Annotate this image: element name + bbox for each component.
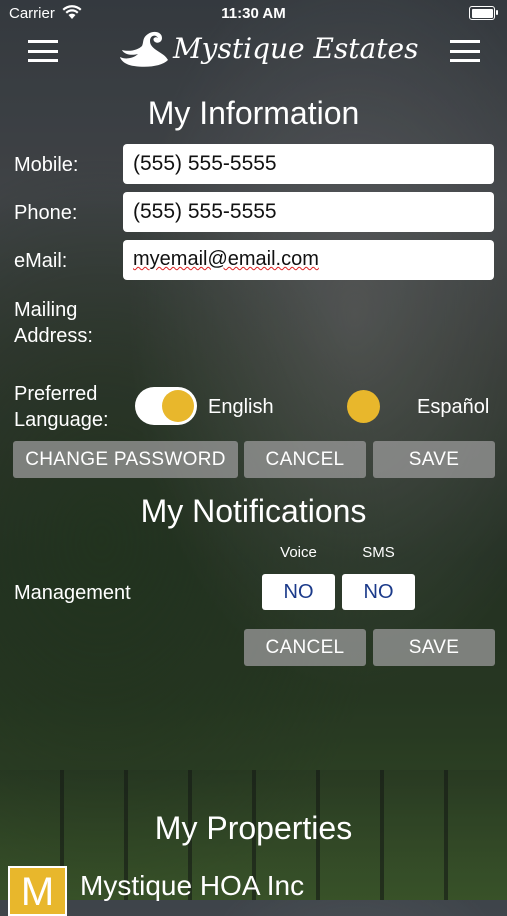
language-label-line1: Preferred [14, 383, 98, 405]
phone-field[interactable]: (555) 555-5555 [123, 192, 494, 232]
properties-title: My Properties [154, 810, 353, 846]
language-label-line2: Language: [14, 409, 109, 431]
language-toggle[interactable] [135, 387, 197, 425]
property-name[interactable]: Mystique HOA Inc [80, 870, 304, 902]
mailing-address-label: Mailing Address: [14, 297, 93, 349]
right-menu-icon[interactable] [450, 40, 480, 62]
info-save-button[interactable]: SAVE [373, 441, 495, 478]
phone-label: Phone: [14, 202, 78, 224]
espanol-label: Español [417, 396, 490, 418]
clock: 11:30 AM [221, 5, 286, 22]
logo: Mystique Estates [118, 30, 418, 74]
mobile-value: (555) 555-5555 [133, 152, 277, 175]
battery-icon [469, 6, 498, 20]
management-voice-button[interactable]: NO [262, 574, 335, 610]
voice-column-label: Voice [280, 544, 317, 561]
toggle-knob [162, 390, 194, 422]
email-label: eMail: [14, 250, 68, 272]
english-label: English [208, 396, 274, 418]
sms-column-label: SMS [362, 544, 395, 561]
info-cancel-button[interactable]: CANCEL [244, 441, 366, 478]
email-field[interactable]: myemail@email.com [123, 240, 494, 280]
phone-value: (555) 555-5555 [133, 200, 277, 223]
management-label: Management [14, 582, 131, 604]
mailing-label-line2: Address: [14, 325, 93, 347]
mailing-label-line1: Mailing [14, 299, 78, 321]
property-letter-icon[interactable]: M [8, 866, 67, 916]
swan-icon [120, 31, 168, 67]
mobile-label: Mobile: [14, 154, 79, 176]
change-password-button[interactable]: CHANGE PASSWORD [13, 441, 238, 478]
brand-title: Mystique Estates [173, 32, 419, 65]
espanol-indicator[interactable] [347, 390, 380, 423]
notifications-title: My Notifications [140, 493, 367, 529]
notifications-cancel-button[interactable]: CANCEL [244, 629, 366, 666]
email-value: myemail@email.com [133, 248, 319, 270]
status-bar: Carrier 11:30 AM [0, 0, 507, 28]
preferred-language-label: Preferred Language: [14, 381, 109, 433]
info-title: My Information [147, 95, 360, 131]
mobile-field[interactable]: (555) 555-5555 [123, 144, 494, 184]
notifications-save-button[interactable]: SAVE [373, 629, 495, 666]
left-menu-icon[interactable] [28, 40, 58, 62]
management-sms-button[interactable]: NO [342, 574, 415, 610]
